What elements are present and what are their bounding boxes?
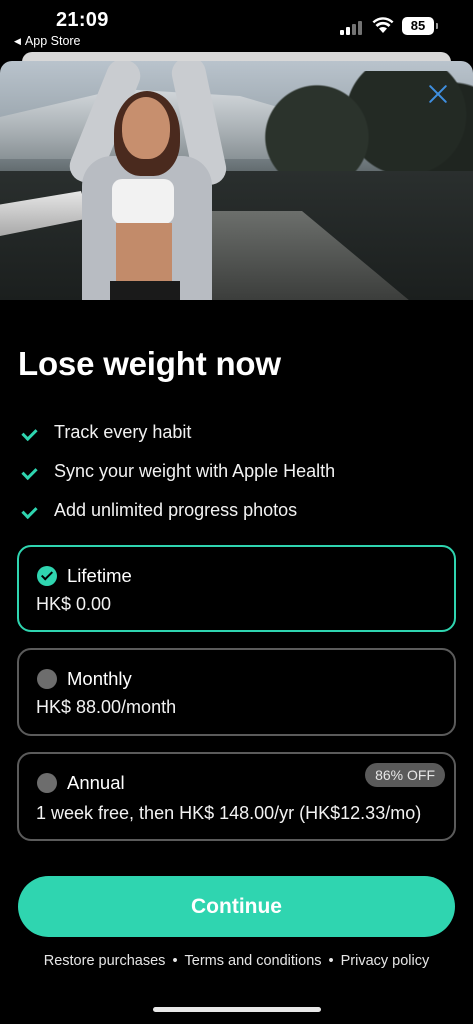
back-triangle-icon: ◀ (14, 35, 21, 46)
plan-price: HK$ 88.00/month (36, 697, 177, 717)
back-app-label: App Store (24, 34, 81, 48)
feature-list: Track every habit Sync your weight with … (22, 413, 335, 530)
home-indicator[interactable] (153, 1007, 321, 1012)
status-bar: 21:09 ◀ App Store 85 (0, 0, 473, 52)
plan-name: Lifetime (67, 565, 132, 586)
privacy-policy-link[interactable]: Privacy policy (341, 953, 430, 969)
plan-option-lifetime[interactable]: Lifetime HK$ 0.00 (17, 545, 456, 632)
feature-item: Track every habit (22, 413, 335, 452)
feature-text: Sync your weight with Apple Health (54, 461, 336, 481)
wifi-icon (372, 17, 394, 33)
checkmark-icon (22, 464, 38, 480)
plan-name: Annual (67, 772, 125, 793)
woman-stretching-figure (64, 61, 230, 300)
paywall-title: Lose weight now (18, 345, 281, 382)
plan-price: 1 week free, then HK$ 148.00/yr (HK$12.3… (36, 803, 422, 823)
hero-photo (0, 61, 473, 300)
continue-button[interactable]: Continue (18, 876, 455, 937)
terms-link[interactable]: Terms and conditions (185, 953, 322, 969)
paywall-sheet: Lose weight now Track every habit Sync y… (0, 61, 473, 1024)
plan-name: Monthly (67, 668, 132, 689)
plan-option-annual[interactable]: Annual 86% OFF 1 week free, then HK$ 148… (17, 752, 456, 841)
discount-badge: 86% OFF (365, 763, 445, 787)
footer-links: Restore purchases • Terms and conditions • P… (0, 953, 473, 969)
feature-text: Add unlimited progress photos (54, 500, 298, 520)
status-time: 21:09 (56, 9, 109, 31)
unselected-radio-icon (37, 669, 57, 689)
selected-check-circle-icon (37, 566, 57, 586)
cellular-signal-icon (340, 19, 366, 35)
plan-option-monthly[interactable]: Monthly HK$ 88.00/month (17, 648, 456, 736)
back-to-app-store-link[interactable]: ◀ App Store (14, 34, 81, 48)
plan-price: HK$ 0.00 (36, 594, 112, 614)
separator-dot: • (328, 953, 334, 969)
feature-item: Sync your weight with Apple Health (22, 452, 335, 491)
feature-text: Track every habit (54, 422, 192, 442)
unselected-radio-icon (37, 773, 57, 793)
battery-indicator: 85 (402, 17, 438, 35)
separator-dot: • (172, 953, 178, 969)
checkmark-icon (22, 425, 38, 441)
close-icon[interactable] (426, 82, 450, 106)
checkmark-icon (22, 503, 38, 519)
restore-purchases-link[interactable]: Restore purchases (44, 953, 166, 969)
feature-item: Add unlimited progress photos (22, 491, 335, 530)
